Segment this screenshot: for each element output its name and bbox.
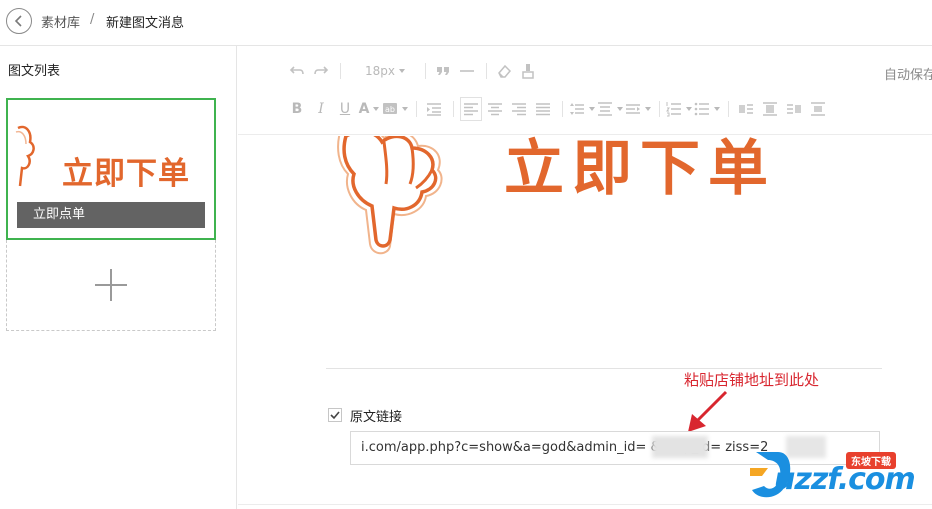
- toolbar-separator: [486, 63, 487, 79]
- bold-button[interactable]: B: [286, 97, 308, 121]
- top-breadcrumb-bar: 素材库 / 新建图文消息: [0, 0, 932, 46]
- align-center-icon: [488, 103, 502, 116]
- underline-button[interactable]: U: [334, 97, 356, 121]
- line-height-icon: [570, 103, 584, 115]
- background-color-button[interactable]: ab: [382, 97, 408, 121]
- unordered-list-icon: [694, 102, 709, 116]
- redo-button[interactable]: [310, 59, 332, 83]
- float-left-icon: [739, 104, 753, 114]
- letter-spacing-icon: [626, 104, 640, 114]
- ordered-list-button[interactable]: [666, 97, 692, 121]
- banner-text: 立即下单: [504, 136, 776, 204]
- article-list-panel: 图文列表 立即下单 立即点单: [0, 46, 237, 509]
- hand-pointer-icon: [15, 125, 35, 187]
- horizontal-rule-button[interactable]: [456, 59, 478, 83]
- svg-text:ab: ab: [385, 105, 395, 114]
- paragraph-spacing-icon: [598, 102, 612, 116]
- toolbar-separator: [728, 101, 729, 117]
- site-watermark: 东坡下载 uzzf.com: [744, 440, 930, 506]
- paragraph-spacing-button[interactable]: [597, 97, 623, 121]
- float-center-icon: [811, 102, 825, 116]
- watermark-text: uzzf.com: [774, 462, 916, 497]
- original-link-checkbox[interactable]: [328, 408, 342, 422]
- editor-toolbar: 18px B I U A ab 自动保存: [238, 46, 932, 135]
- align-justify-button[interactable]: [532, 97, 554, 121]
- float-left-button[interactable]: [735, 97, 757, 121]
- article-cover-text: 立即下单: [62, 156, 190, 192]
- align-justify-icon: [536, 103, 550, 116]
- toolbar-separator: [453, 101, 454, 117]
- indent-button[interactable]: [423, 97, 445, 121]
- brush-icon: [522, 64, 534, 79]
- checkmark-icon: [330, 411, 340, 420]
- font-size-select[interactable]: 18px: [359, 59, 411, 83]
- undo-icon: [289, 66, 304, 75]
- align-left-button[interactable]: [460, 97, 482, 121]
- redo-icon: [314, 66, 329, 75]
- article-list-title: 图文列表: [8, 64, 61, 79]
- article-card-selected[interactable]: 立即下单 立即点单: [6, 98, 216, 240]
- quote-icon: [437, 67, 449, 75]
- toolbar-separator: [659, 101, 660, 117]
- unordered-list-button[interactable]: [694, 97, 720, 121]
- original-link-label: 原文链接: [350, 410, 403, 425]
- undo-button[interactable]: [286, 59, 308, 83]
- blockquote-button[interactable]: [432, 59, 454, 83]
- ordered-list-icon: [666, 102, 681, 117]
- align-right-button[interactable]: [508, 97, 530, 121]
- toolbar-separator: [562, 101, 563, 117]
- breadcrumb-library-link[interactable]: 素材库: [41, 12, 80, 31]
- hand-pointing-down-image: [337, 136, 443, 255]
- toolbar-separator: [425, 63, 426, 79]
- breadcrumb-current: 新建图文消息: [106, 16, 185, 31]
- float-none-button[interactable]: [759, 97, 781, 121]
- autosave-status: 自动保存: [883, 68, 932, 83]
- indent-icon: [427, 103, 441, 116]
- font-color-button[interactable]: A: [358, 97, 380, 121]
- eraser-button[interactable]: [493, 59, 515, 83]
- toolbar-row-2: B I U A ab: [286, 96, 831, 122]
- toolbar-separator: [416, 101, 417, 117]
- arrow-down-left-icon: [688, 390, 728, 432]
- annotation-text: 粘贴店铺地址到此处: [684, 371, 820, 389]
- format-painter-button[interactable]: [517, 59, 539, 83]
- toolbar-separator: [340, 63, 341, 79]
- eraser-icon: [498, 64, 512, 78]
- chevron-left-icon: [14, 15, 22, 27]
- plus-icon: [95, 269, 127, 301]
- redacted-admin-id: [652, 436, 708, 458]
- article-cover-title: 立即点单: [17, 202, 205, 228]
- align-left-icon: [464, 103, 478, 116]
- horizontal-rule-icon: [460, 70, 474, 72]
- italic-button[interactable]: I: [310, 97, 332, 121]
- float-right-icon: [787, 104, 801, 114]
- line-height-button[interactable]: [569, 97, 595, 121]
- align-right-icon: [512, 103, 526, 116]
- letter-spacing-button[interactable]: [625, 97, 651, 121]
- float-right-button[interactable]: [783, 97, 805, 121]
- float-center-button[interactable]: [807, 97, 829, 121]
- breadcrumb-separator: /: [90, 12, 95, 27]
- back-button[interactable]: [6, 8, 32, 34]
- float-none-icon: [763, 102, 777, 116]
- align-center-button[interactable]: [484, 97, 506, 121]
- toolbar-row-1: 18px: [286, 58, 541, 84]
- highlight-icon: ab: [383, 103, 397, 114]
- add-article-button[interactable]: [6, 240, 216, 331]
